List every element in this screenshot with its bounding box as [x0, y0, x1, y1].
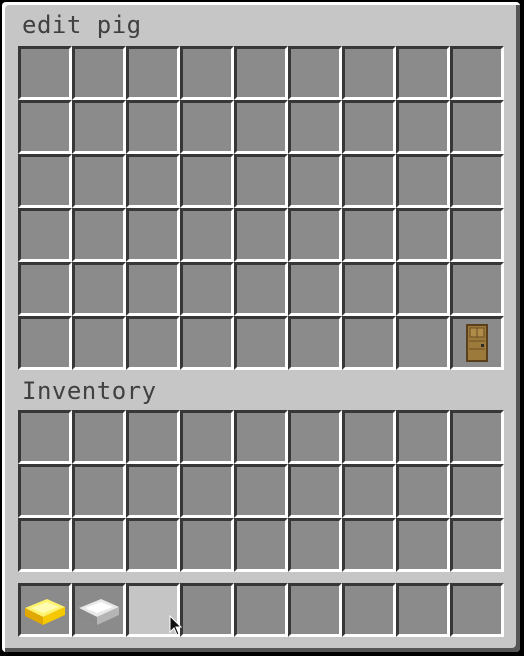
container-slot[interactable]	[126, 262, 180, 316]
inventory-slot[interactable]	[126, 464, 180, 518]
container-slot[interactable]	[450, 208, 504, 262]
container-slot[interactable]	[288, 316, 342, 370]
hotbar-slot[interactable]	[288, 583, 342, 637]
inventory-slot[interactable]	[396, 518, 450, 572]
iron-ingot-icon	[79, 599, 119, 625]
container-slot[interactable]	[126, 154, 180, 208]
inventory-slot[interactable]	[396, 464, 450, 518]
inventory-slot[interactable]	[18, 410, 72, 464]
container-slot[interactable]	[72, 316, 126, 370]
container-slot[interactable]	[288, 46, 342, 100]
container-slot[interactable]	[342, 262, 396, 316]
container-slot[interactable]	[288, 154, 342, 208]
inventory-slot[interactable]	[450, 410, 504, 464]
container-slot[interactable]	[234, 208, 288, 262]
hotbar-slot[interactable]	[18, 583, 72, 637]
hotbar-slot[interactable]	[450, 583, 504, 637]
container-slot[interactable]	[342, 154, 396, 208]
container-slot[interactable]	[180, 100, 234, 154]
inventory-slot[interactable]	[180, 464, 234, 518]
inventory-slot[interactable]	[126, 518, 180, 572]
container-slot[interactable]	[126, 208, 180, 262]
container-slot[interactable]	[18, 208, 72, 262]
container-slot[interactable]	[72, 208, 126, 262]
hotbar-slot[interactable]	[72, 583, 126, 637]
container-slot[interactable]	[18, 46, 72, 100]
container-slot[interactable]	[180, 262, 234, 316]
container-slot[interactable]	[342, 100, 396, 154]
chest-window: edit pig Inventory	[2, 2, 520, 652]
container-slot[interactable]	[342, 208, 396, 262]
container-slot[interactable]	[18, 262, 72, 316]
container-slot[interactable]	[18, 154, 72, 208]
container-title: edit pig	[22, 11, 142, 39]
container-slot[interactable]	[72, 154, 126, 208]
container-slot[interactable]	[72, 100, 126, 154]
inventory-slot[interactable]	[234, 518, 288, 572]
container-slot[interactable]	[180, 316, 234, 370]
hotbar-slot[interactable]	[180, 583, 234, 637]
container-slot[interactable]	[126, 46, 180, 100]
container-slot[interactable]	[126, 100, 180, 154]
container-slot[interactable]	[72, 46, 126, 100]
container-slot[interactable]	[288, 100, 342, 154]
container-slot[interactable]	[342, 316, 396, 370]
hotbar-slot[interactable]	[234, 583, 288, 637]
container-slot[interactable]	[396, 262, 450, 316]
hotbar-slot[interactable]	[396, 583, 450, 637]
gold-ingot-icon	[25, 599, 65, 625]
container-slot[interactable]	[234, 100, 288, 154]
inventory-slot[interactable]	[288, 410, 342, 464]
oak-door-icon	[466, 324, 488, 362]
inventory-slot[interactable]	[342, 518, 396, 572]
inventory-slot[interactable]	[342, 464, 396, 518]
inventory-slot[interactable]	[234, 410, 288, 464]
inventory-slot[interactable]	[72, 464, 126, 518]
container-slot[interactable]	[450, 154, 504, 208]
inventory-slot[interactable]	[288, 518, 342, 572]
container-slot[interactable]	[72, 262, 126, 316]
inventory-slot[interactable]	[450, 464, 504, 518]
container-slot[interactable]	[342, 46, 396, 100]
container-slot[interactable]	[180, 46, 234, 100]
inventory-slot[interactable]	[72, 410, 126, 464]
inventory-slot[interactable]	[288, 464, 342, 518]
inventory-slot[interactable]	[18, 464, 72, 518]
container-slot[interactable]	[126, 316, 180, 370]
container-slot[interactable]	[396, 46, 450, 100]
inventory-slot[interactable]	[18, 518, 72, 572]
container-slot[interactable]	[450, 100, 504, 154]
inventory-slot[interactable]	[396, 410, 450, 464]
inventory-slot[interactable]	[234, 464, 288, 518]
inventory-slot[interactable]	[180, 518, 234, 572]
container-slot[interactable]	[450, 316, 504, 370]
container-slot[interactable]	[396, 208, 450, 262]
inventory-title: Inventory	[22, 377, 157, 405]
container-slot[interactable]	[234, 46, 288, 100]
hotbar-slot[interactable]	[342, 583, 396, 637]
container-slot[interactable]	[450, 262, 504, 316]
mouse-cursor-icon	[169, 615, 183, 636]
inventory-slot[interactable]	[180, 410, 234, 464]
container-slot[interactable]	[234, 316, 288, 370]
container-slot[interactable]	[234, 154, 288, 208]
container-slot[interactable]	[450, 46, 504, 100]
container-slot[interactable]	[234, 262, 288, 316]
container-slot[interactable]	[396, 316, 450, 370]
container-slot[interactable]	[180, 154, 234, 208]
container-slot[interactable]	[18, 316, 72, 370]
container-slot[interactable]	[180, 208, 234, 262]
inventory-slot[interactable]	[342, 410, 396, 464]
container-slot[interactable]	[396, 154, 450, 208]
inventory-slot[interactable]	[126, 410, 180, 464]
inventory-slot[interactable]	[72, 518, 126, 572]
container-slot[interactable]	[396, 100, 450, 154]
container-slot[interactable]	[288, 208, 342, 262]
container-slot[interactable]	[288, 262, 342, 316]
container-slot[interactable]	[18, 100, 72, 154]
inventory-slot[interactable]	[450, 518, 504, 572]
